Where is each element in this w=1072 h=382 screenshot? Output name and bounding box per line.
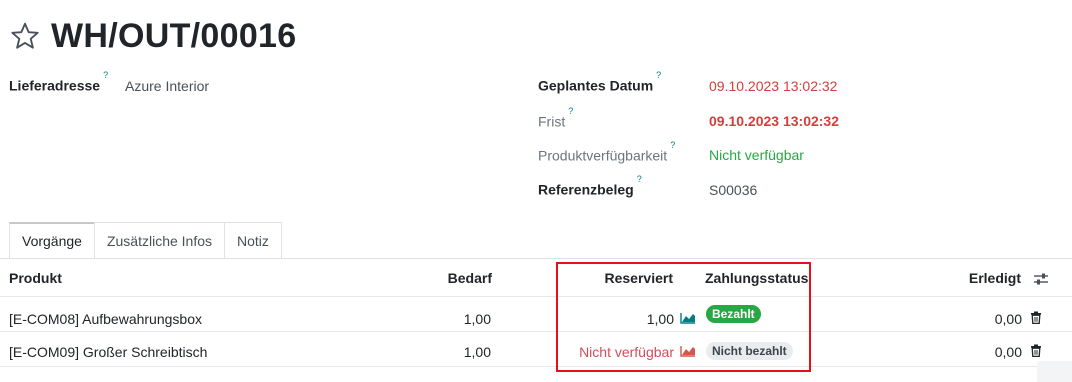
scheduled-date-label-text: Geplantes Datum — [538, 77, 654, 94]
source-document-label: Referenzbeleg? — [538, 174, 642, 198]
source-document-label-text: Referenzbeleg — [538, 181, 634, 198]
trash-icon[interactable] — [1030, 311, 1042, 324]
record-title: WH/OUT/00016 — [51, 16, 297, 55]
help-tooltip-icon[interactable]: ? — [568, 106, 573, 116]
tab-operations[interactable]: Vorgänge — [9, 222, 95, 258]
record-header: WH/OUT/00016 — [9, 12, 296, 60]
help-tooltip-icon[interactable]: ? — [103, 70, 108, 80]
tab-divider — [0, 258, 1072, 259]
column-header-demand[interactable]: Bedarf — [448, 270, 492, 286]
table-row-product[interactable]: [E-COM09] Großer Schreibtisch — [9, 344, 207, 360]
delivery-address-label-text: Lieferadresse — [9, 77, 101, 94]
help-tooltip-icon[interactable]: ? — [670, 140, 675, 150]
deadline-label-text: Frist — [538, 113, 566, 130]
column-header-product[interactable]: Produkt — [9, 270, 62, 286]
table-row-done[interactable]: 0,00 — [995, 311, 1022, 327]
scheduled-date-label: Geplantes Datum? — [538, 70, 661, 94]
table-header-divider — [0, 296, 1072, 297]
availability-value: Nicht verfügbar — [709, 147, 804, 163]
source-document-value[interactable]: S00036 — [709, 182, 757, 198]
help-tooltip-icon[interactable]: ? — [656, 70, 661, 80]
scheduled-date-value[interactable]: 09.10.2023 13:02:32 — [709, 78, 837, 94]
delivery-address-value[interactable]: Azure Interior — [125, 78, 209, 94]
availability-label: Produktverfügbarkeit? — [538, 140, 675, 164]
notebook-tabs: Vorgänge Zusätzliche Infos Notiz — [9, 222, 282, 258]
trash-icon[interactable] — [1030, 344, 1042, 357]
help-tooltip-icon[interactable]: ? — [637, 174, 642, 184]
column-header-done[interactable]: Erledigt — [969, 270, 1021, 286]
floating-panel-edge — [1037, 361, 1072, 382]
highlight-box — [556, 262, 811, 372]
tab-additional-info[interactable]: Zusätzliche Infos — [93, 222, 226, 258]
table-row-done[interactable]: 0,00 — [995, 344, 1022, 360]
table-row-divider — [0, 366, 1072, 367]
deadline-value: 09.10.2023 13:02:32 — [709, 113, 839, 129]
table-row-demand[interactable]: 1,00 — [464, 344, 491, 360]
deadline-label: Frist? — [538, 106, 573, 130]
sliders-icon[interactable] — [1033, 272, 1049, 286]
table-row-demand[interactable]: 1,00 — [464, 311, 491, 327]
delivery-address-label: Lieferadresse? — [9, 70, 108, 94]
table-row-product[interactable]: [E-COM08] Aufbewahrungsbox — [9, 311, 202, 327]
table-row-divider — [0, 331, 1072, 332]
availability-label-text: Produktverfügbarkeit — [538, 147, 668, 164]
star-outline-icon[interactable] — [9, 20, 41, 52]
tab-note[interactable]: Notiz — [224, 222, 282, 258]
